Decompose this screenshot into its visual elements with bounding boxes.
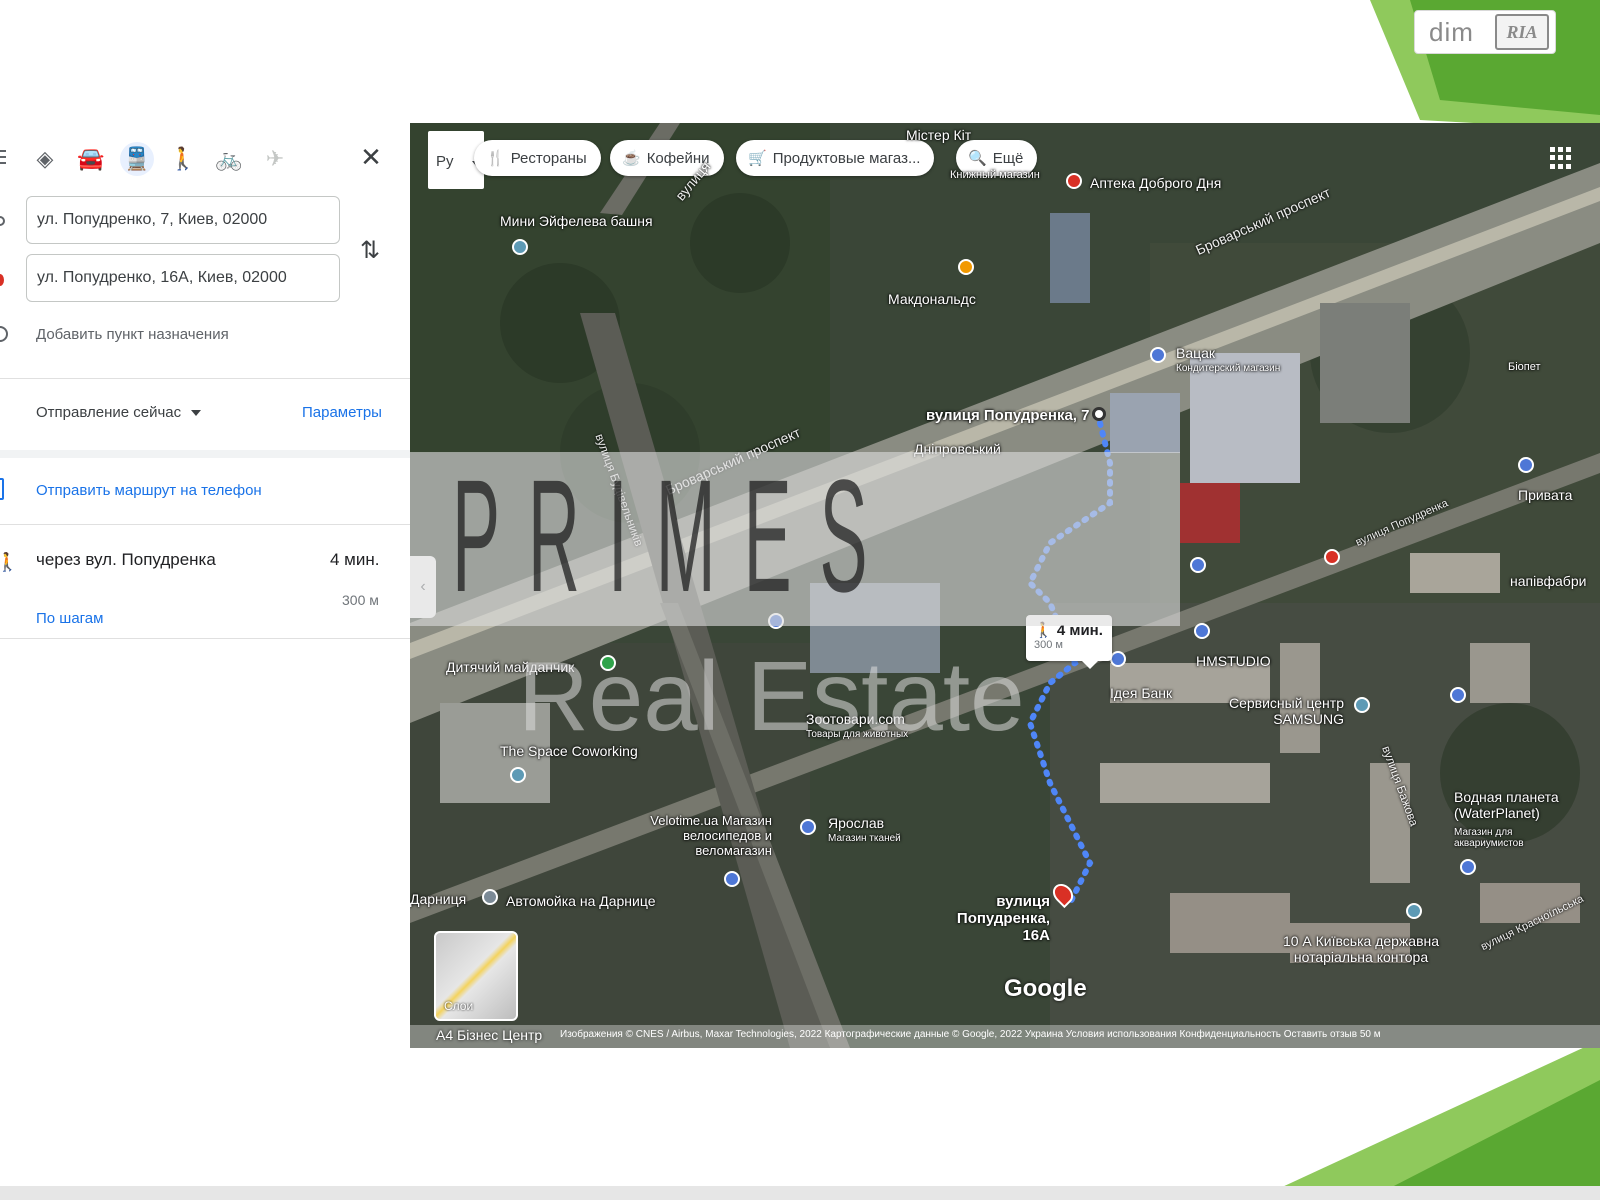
walk-icon[interactable]: 🚶 [166,142,200,176]
map-label: HMSTUDIO [1196,653,1271,669]
slide-decoration-bottom-right [1280,1040,1600,1188]
depart-time-select[interactable]: Отправление сейчас [36,404,202,421]
close-button[interactable]: ✕ [356,142,386,172]
route-duration: 4 мин. [330,550,380,569]
dimria-logo: dim RIA [1414,10,1556,54]
best-route-icon[interactable]: ◈ [28,142,62,176]
watermark-brand: PRIMES [452,446,896,625]
restaurant-pin-icon[interactable] [958,259,974,275]
map-label: Макдональдс [888,291,976,307]
shop-pin-icon[interactable] [1194,623,1210,639]
depart-time-label: Отправление сейчас [36,404,182,421]
dimria-logo-dim: dim [1429,16,1474,47]
route-distance: 300 м [342,592,379,608]
add-destination-icon [0,326,8,342]
chevron-down-icon [191,410,202,417]
swap-icon[interactable]: ⇅ [360,236,380,265]
shop-pin-icon[interactable] [800,819,816,835]
chip-label: Рестораны [510,149,587,167]
walk-distance: 300 м [1034,639,1063,651]
bank-pin-icon[interactable] [1110,651,1126,667]
divider [0,638,410,639]
send-to-phone-link[interactable]: Отправить маршрут на телефон [36,482,262,499]
map-label: Магазин для аквариумистов [1454,827,1524,849]
map-label: Водная планета (WaterPlanet) [1454,789,1559,821]
map-label: Привата [1518,487,1573,503]
place-pin-icon[interactable] [510,767,526,783]
map-label: Вацак [1176,345,1216,361]
add-destination-button[interactable]: Добавить пункт назначения [36,326,229,343]
divider [0,450,410,458]
shop-pin-icon[interactable] [1450,687,1466,703]
travel-mode-bar: ◈ 🚘 🚆 🚶 🚲 ✈ [0,140,410,180]
options-button[interactable]: Параметры [302,404,382,421]
origin-input[interactable]: ул. Попудренко, 7, Киев, 02000 [26,196,340,244]
coffee-icon: ☕ [622,150,641,167]
map-label: Автомойка на Дарнице [506,893,656,909]
chip-groceries[interactable]: 🛒 Продуктовые магаз... [736,140,935,176]
bottom-bar [0,1186,1600,1200]
map-label: напівфабри [1510,573,1587,589]
place-pin-icon[interactable] [1406,903,1422,919]
place-pin-icon[interactable] [1324,549,1340,565]
phone-icon [0,478,4,500]
shop-pin-icon[interactable] [1150,347,1166,363]
transit-icon[interactable]: 🚆 [120,142,154,176]
chip-label: Продуктовые магаз... [772,149,921,167]
map-label: Біопет [1508,361,1541,373]
language-label: Ру [436,153,454,170]
map-label: Книжный магазин [950,169,1040,181]
search-icon: 🔍 [968,150,987,167]
map-attribution: Изображения © CNES / Airbus, Maxar Techn… [410,1025,1600,1048]
map-label: Ярослав [828,815,885,831]
car-icon[interactable]: 🚘 [74,142,108,176]
pharmacy-pin-icon[interactable] [1066,173,1082,189]
flight-icon[interactable]: ✈ [258,142,292,176]
map-label: Сервисный центр SAMSUNG [1228,695,1344,727]
destination-input[interactable]: ул. Попудренко, 16А, Киев, 02000 [26,254,340,302]
map-label: Мини Эйфелева башня [500,213,653,229]
shop-pin-icon[interactable] [1460,859,1476,875]
place-pin-icon[interactable] [482,889,498,905]
route-summary[interactable]: через вул. Попудренка [36,550,216,570]
walk-route-icon: 🚶 [0,552,19,572]
layers-button[interactable]: Слои [434,931,518,1021]
destination-map-label: вулиця Попудренка, 16А [956,893,1050,944]
directions-panel: ◈ 🚘 🚆 🚶 🚲 ✈ ✕ ул. Попудренко, 7, Киев, 0… [0,120,410,660]
google-logo: Google [1004,975,1087,1002]
step-by-step-link[interactable]: По шагам [36,610,103,627]
layers-label: Слои [444,999,474,1013]
map-label: Аптека Доброго Дня [1090,175,1222,191]
chip-restaurants[interactable]: 🍴 Рестораны [474,140,601,176]
map-label: А4 Бізнес Центр [436,1027,543,1043]
place-pin-icon[interactable] [1354,697,1370,713]
origin-point-icon[interactable] [1092,407,1106,421]
map-label: Кондитерский магазин [1176,363,1281,374]
origin-marker-icon [0,216,5,226]
divider [0,524,410,525]
map-label: Містер Кіт [906,127,972,143]
place-pin-icon[interactable] [512,239,528,255]
map-label: Velotime.ua Магазин велосипедов и велома… [650,813,772,858]
restaurant-icon: 🍴 [486,150,505,167]
cart-icon: 🛒 [748,150,767,167]
map-label: Ідея Банк [1110,685,1173,701]
destination-marker-icon [0,274,4,286]
origin-map-label: вулиця Попудренка, 7 [926,407,1090,424]
place-pin-icon[interactable] [1190,557,1206,573]
apps-grid-icon[interactable] [1550,147,1572,169]
dimria-logo-ria: RIA [1495,14,1549,50]
map-label: Магазин тканей [828,833,901,844]
watermark-tagline: Real Estate [518,641,1025,751]
place-pin-icon[interactable] [1518,457,1534,473]
map-label: Дарниця [410,891,467,907]
map-label: 10 А Київська державна нотаріальна конто… [1282,933,1440,965]
shop-pin-icon[interactable] [724,871,740,887]
chip-label: Ещё [992,149,1024,167]
bike-icon[interactable]: 🚲 [212,142,246,176]
divider [0,378,410,379]
